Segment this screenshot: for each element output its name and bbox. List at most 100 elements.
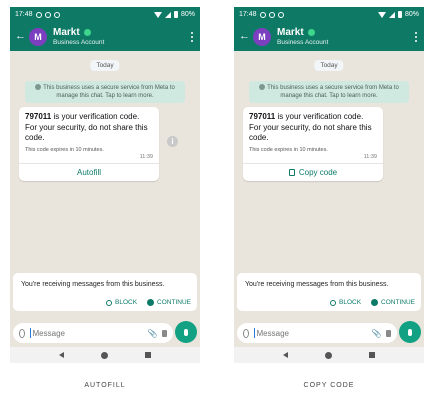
camera-icon[interactable]: [386, 329, 391, 337]
copy-code-button[interactable]: Copy code: [243, 162, 383, 181]
message-composer: 📎: [237, 323, 397, 343]
contact-subtitle: Business Account: [277, 39, 329, 46]
info-badge-icon: [35, 84, 42, 90]
message-input[interactable]: [253, 328, 367, 338]
status-time: 17:48: [239, 11, 257, 18]
attach-icon[interactable]: 📎: [372, 329, 382, 338]
business-notice-text: You're receiving messages from this busi…: [21, 281, 165, 288]
notification-icon: [44, 11, 51, 18]
message-input[interactable]: [29, 328, 143, 338]
message-time: 11:39: [139, 153, 153, 160]
message-text: 797011 is your verification code. For yo…: [249, 112, 377, 144]
block-label: BLOCK: [339, 299, 362, 306]
mic-button[interactable]: [175, 321, 197, 343]
notification-icon: [259, 11, 266, 18]
copy-code-label: Copy code: [298, 167, 338, 177]
phone-screen-autofill: 17:48 80% ← M Markt Business Account Tod…: [10, 7, 200, 363]
business-notice: You're receiving messages from this busi…: [237, 273, 421, 311]
verified-badge-icon: [307, 29, 315, 36]
chat-header: ← M Markt Business Account: [234, 22, 424, 51]
contact-name: Markt: [53, 27, 80, 38]
message-time: 11:39: [363, 153, 377, 160]
android-nav-bar: [234, 347, 424, 363]
avatar[interactable]: M: [29, 27, 47, 46]
check-circle-icon: [147, 299, 155, 306]
caption-autofill: AUTOFILL: [84, 382, 126, 389]
message-bubble: 797011 is your verification code. For yo…: [243, 107, 383, 181]
business-notice: You're receiving messages from this busi…: [13, 273, 197, 311]
wifi-icon: [377, 11, 386, 18]
continue-button[interactable]: CONTINUE: [371, 299, 415, 306]
business-notice-text: You're receiving messages from this busi…: [245, 281, 389, 288]
message-bubble: 797011 is your verification code. For yo…: [19, 107, 159, 181]
nav-recents-icon[interactable]: [145, 352, 152, 358]
battery-level: 80%: [404, 11, 419, 18]
system-notice-text: This business uses a secure service from…: [43, 85, 175, 99]
date-divider: Today: [90, 60, 120, 71]
nav-back-icon[interactable]: [282, 352, 288, 358]
contact-info[interactable]: Markt Business Account: [53, 27, 190, 46]
verification-code: 797011: [25, 112, 52, 121]
message-composer: 📎: [13, 323, 173, 343]
expiry-text: This code expires in 10 minutes.: [25, 146, 104, 153]
block-button[interactable]: BLOCK: [106, 299, 137, 306]
autofill-button[interactable]: Autofill: [19, 162, 159, 181]
system-notice[interactable]: This business uses a secure service from…: [249, 81, 409, 103]
notification-icon: [277, 11, 284, 18]
contact-subtitle: Business Account: [53, 39, 105, 46]
autofill-label: Autofill: [76, 167, 101, 177]
back-arrow-icon[interactable]: ←: [239, 31, 251, 42]
verification-code: 797011: [249, 112, 276, 121]
phone-screen-copy-code: 17:48 80% ← M Markt Business Account Tod…: [234, 7, 424, 363]
caption-copy-code: COPY CODE: [303, 382, 355, 389]
mic-icon: [184, 328, 188, 336]
info-badge-icon: [259, 84, 266, 90]
block-button[interactable]: BLOCK: [330, 299, 361, 306]
mic-icon: [408, 328, 412, 336]
continue-button[interactable]: CONTINUE: [147, 299, 191, 306]
contact-info[interactable]: Markt Business Account: [277, 27, 414, 46]
more-options-icon[interactable]: [190, 31, 193, 42]
verified-badge-icon: [83, 29, 91, 36]
block-label: BLOCK: [115, 299, 138, 306]
signal-icon: [388, 11, 395, 18]
expiry-text: This code expires in 10 minutes.: [249, 146, 328, 153]
camera-icon[interactable]: [162, 329, 167, 337]
notification-icon: [268, 11, 275, 18]
android-nav-bar: [10, 347, 200, 363]
battery-level: 80%: [180, 11, 195, 18]
contact-name: Markt: [277, 27, 304, 38]
status-bar: 17:48 80%: [10, 7, 200, 22]
continue-label: CONTINUE: [381, 299, 415, 306]
notification-icon: [35, 11, 42, 18]
emoji-icon[interactable]: [243, 328, 249, 338]
block-icon: [106, 299, 112, 306]
status-bar: 17:48 80%: [234, 7, 424, 22]
wifi-icon: [153, 11, 162, 18]
check-circle-icon: [371, 299, 379, 306]
nav-home-icon[interactable]: [324, 351, 332, 359]
nav-home-icon[interactable]: [100, 351, 108, 359]
emoji-icon[interactable]: [19, 328, 25, 338]
mic-button[interactable]: [399, 321, 421, 343]
message-text: 797011 is your verification code. For yo…: [25, 112, 153, 144]
continue-label: CONTINUE: [157, 299, 191, 306]
date-divider: Today: [314, 60, 344, 71]
more-options-icon[interactable]: [414, 31, 417, 42]
signal-icon: [164, 11, 171, 18]
copy-icon: [288, 168, 295, 176]
status-time: 17:48: [15, 11, 33, 18]
block-icon: [330, 299, 336, 306]
battery-icon: [173, 11, 178, 18]
avatar[interactable]: M: [253, 27, 271, 46]
attach-icon[interactable]: 📎: [148, 329, 158, 338]
battery-icon: [397, 11, 402, 18]
forward-icon[interactable]: i: [167, 136, 178, 147]
system-notice-text: This business uses a secure service from…: [267, 85, 399, 99]
back-arrow-icon[interactable]: ←: [15, 31, 27, 42]
chat-header: ← M Markt Business Account: [10, 22, 200, 51]
system-notice[interactable]: This business uses a secure service from…: [25, 81, 185, 103]
notification-icon: [53, 11, 60, 18]
nav-recents-icon[interactable]: [369, 352, 376, 358]
nav-back-icon[interactable]: [58, 352, 64, 358]
